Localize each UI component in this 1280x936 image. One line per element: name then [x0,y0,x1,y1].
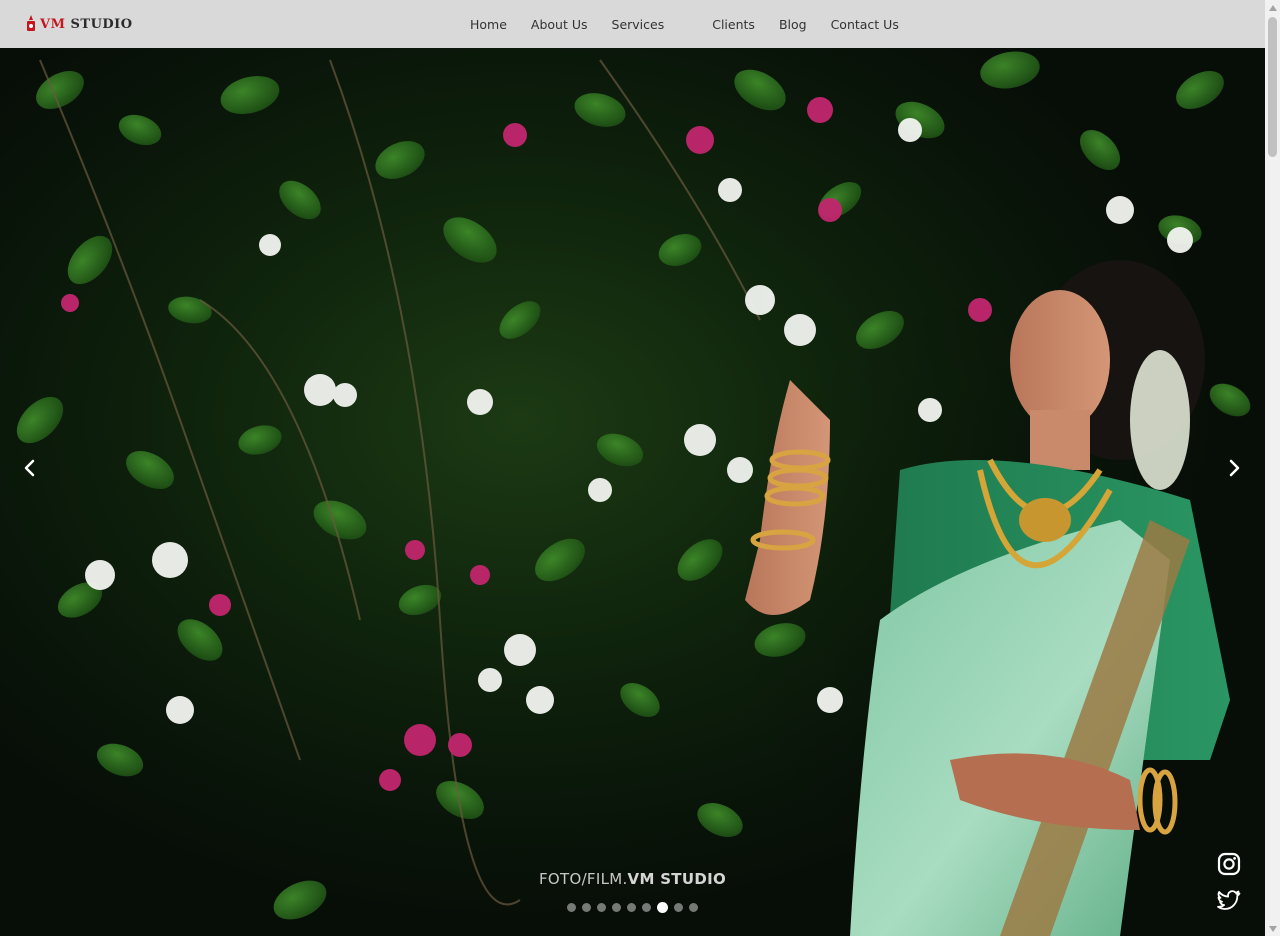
hero-photo [16,51,1251,936]
twitter-link[interactable] [1216,887,1242,913]
camera-flash-icon [27,15,35,31]
nav-link-about-us[interactable]: About Us [531,17,588,32]
nav-link-contact-us[interactable]: Contact Us [831,17,899,32]
page-scrollbar[interactable] [1265,0,1280,936]
chevron-right-icon [1229,459,1240,477]
triangle-down-icon [1268,925,1277,932]
hero-caption: FOTO/FILM.VM STUDIO [0,870,1265,888]
slide-dot[interactable] [582,903,591,912]
instagram-link[interactable] [1216,851,1242,877]
slide-dot[interactable] [567,903,576,912]
slide-dot-active[interactable] [657,902,668,913]
slide-indicators [567,902,698,913]
twitter-icon [1217,890,1241,910]
nav-link-home[interactable]: Home [470,17,507,32]
scroll-down-arrow[interactable] [1265,921,1280,936]
instagram-icon [1217,852,1241,876]
slide-dot[interactable] [689,903,698,912]
caption-prefix: FOTO/FILM. [538,870,628,888]
hero-slider [0,0,1265,936]
next-slide-button[interactable] [1222,456,1246,480]
slide-dot[interactable] [597,903,606,912]
nav-link-clients[interactable]: Clients [712,17,755,32]
scroll-up-arrow[interactable] [1265,0,1280,15]
chevron-left-icon [24,459,35,477]
slide-dot[interactable] [627,903,636,912]
top-navbar: VM STUDIO Home About Us Services Clients… [0,0,1265,48]
triangle-up-icon [1268,4,1277,11]
scrollbar-thumb[interactable] [1268,17,1277,157]
slide-dot[interactable] [674,903,683,912]
slide-dot[interactable] [612,903,621,912]
prev-slide-button[interactable] [18,456,42,480]
caption-brand: VM STUDIO [627,870,727,888]
nav-link-services[interactable]: Services [612,17,665,32]
brand-name-suffix: STUDIO [65,16,133,32]
brand-name-prefix: VM [40,16,66,32]
bride-figure [745,260,1230,936]
brand-logo[interactable]: VM STUDIO [24,14,133,34]
nav-link-blog[interactable]: Blog [779,17,807,32]
brand-name: VM STUDIO [40,17,133,32]
slide-dot[interactable] [642,903,651,912]
main-nav: Home About Us Services Clients Blog Cont… [470,0,899,48]
